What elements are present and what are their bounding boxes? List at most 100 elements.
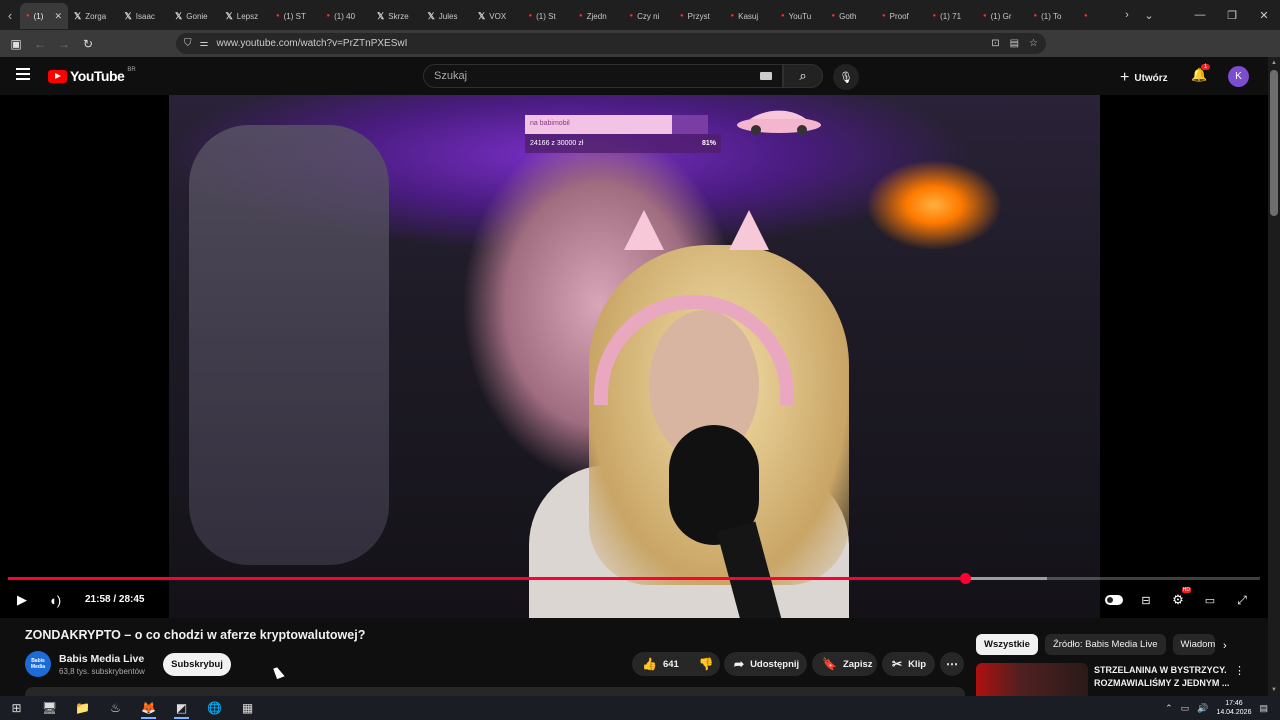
recommended-video-title[interactable]: STRZELANINA W BYSTRZYCY. ROZMAWIALIŚMY Z… [1094, 664, 1234, 690]
bookmark-star-icon[interactable]: ☆ [1029, 38, 1038, 49]
browser-tab[interactable]: ● (1) Gr [977, 3, 1028, 29]
roblox-icon[interactable]: ◩ [165, 696, 198, 720]
page-scrollbar[interactable]: ▲ ▼ [1268, 57, 1280, 696]
scrollbar-thumb[interactable] [1270, 70, 1278, 216]
back-icon[interactable]: ← [28, 30, 52, 57]
progress-scrubber[interactable] [959, 573, 971, 584]
tab-scroll-left-icon[interactable]: ‹ [0, 0, 20, 30]
voice-search-button[interactable]: 🎙 [833, 64, 859, 90]
calculator-icon[interactable]: ▦ [231, 696, 264, 720]
recommended-video-thumbnail[interactable] [976, 663, 1088, 696]
browser-tab[interactable]: ● (1) To [1028, 3, 1079, 29]
minimize-icon[interactable]: — [1184, 0, 1216, 30]
file-explorer-icon[interactable]: 📁 [66, 696, 99, 720]
save-button[interactable]: 🔖 Zapisz [812, 652, 877, 676]
account-avatar[interactable]: K [1228, 66, 1249, 87]
mouse-cursor-icon [273, 665, 285, 680]
screenshot-icon[interactable]: ⊡ [991, 38, 999, 49]
reload-icon[interactable]: ↻ [76, 30, 100, 57]
progress-bar[interactable] [8, 573, 1260, 584]
chip-news[interactable]: Wiadomości [1172, 634, 1215, 655]
share-button[interactable]: ➦ Udostępnij [724, 652, 807, 676]
workspaces-icon[interactable]: ▣ [4, 30, 28, 57]
speaker-icon[interactable]: 🔊 [1197, 703, 1208, 714]
hamburger-menu-icon[interactable] [16, 68, 30, 82]
tab-scroll-right-icon[interactable]: › [1116, 0, 1138, 30]
description-box[interactable] [25, 687, 965, 696]
url-bar[interactable]: ⛉ ⚌ www.youtube.com/watch?v=PrZTnPXESwI … [176, 33, 1046, 54]
channel-name[interactable]: Babis Media Live [59, 653, 144, 665]
thumbs-down-icon[interactable]: 👎 [699, 657, 714, 671]
steam-icon[interactable]: ♨ [99, 696, 132, 720]
browser-tab[interactable]: ● Kasuj [725, 3, 776, 29]
browser-tab[interactable]: ● (1) St [523, 3, 574, 29]
tab-list-dropdown-icon[interactable]: ⌄ [1138, 0, 1160, 30]
thumbs-up-icon[interactable]: 👍 [642, 657, 657, 671]
scroll-down-icon[interactable]: ▼ [1271, 687, 1277, 693]
browser-tab[interactable]: ● (1) 71 [927, 3, 978, 29]
tune-icon[interactable]: ⚌ [200, 38, 209, 49]
channel-avatar[interactable]: Babis Media [25, 651, 51, 677]
fullscreen-icon[interactable]: ⤢ [1233, 590, 1251, 610]
autoplay-toggle[interactable] [1104, 590, 1124, 610]
taskbar-app-globe-icon[interactable]: 🌐 [198, 696, 231, 720]
forward-icon[interactable]: → [52, 30, 76, 57]
browser-tab[interactable]: 𝕏 Gonie [169, 3, 220, 29]
browser-tab[interactable]: ● Proof [876, 3, 927, 29]
browser-tab[interactable]: ● Przyst [674, 3, 725, 29]
chip-source[interactable]: Źródło: Babis Media Live [1044, 634, 1166, 655]
browser-tab[interactable]: ● Zjedn [573, 3, 624, 29]
search-input[interactable]: Szukaj [423, 64, 783, 88]
network-icon[interactable]: ▭ [1181, 703, 1190, 714]
youtube-favicon-icon: ● [730, 13, 735, 19]
video-player[interactable]: na babimobil 24166 z 30000 zł 81% ▶ ◖) 2… [0, 95, 1268, 618]
firefox-icon[interactable]: 🦊 [132, 696, 165, 720]
subscribe-button[interactable]: Subskrybuj [163, 653, 231, 676]
browser-tab[interactable]: ● (1) ST [270, 3, 321, 29]
browser-tab[interactable]: 𝕏 Jules [422, 3, 473, 29]
chip-all[interactable]: Wszystkie [976, 634, 1038, 655]
search-button[interactable]: ⌕ [783, 64, 823, 88]
browser-tab[interactable]: 𝕏 Lepsz [220, 3, 271, 29]
keyboard-icon[interactable] [760, 72, 772, 80]
settings-gear-icon[interactable]: ⚙ HD [1169, 587, 1191, 610]
browser-tab[interactable]: 𝕏 Zorga [68, 3, 119, 29]
browser-tab[interactable]: ● Czy ni [624, 3, 675, 29]
reader-view-icon[interactable]: ▤ [1010, 38, 1019, 49]
chevron-right-icon[interactable]: › [1223, 640, 1227, 652]
taskbar-app-monitor-icon[interactable]: 🖥 [33, 696, 66, 720]
browser-tab[interactable]: ● YouTu [775, 3, 826, 29]
like-count[interactable]: 641 [663, 659, 679, 670]
scroll-up-icon[interactable]: ▲ [1271, 60, 1277, 66]
start-windows-icon[interactable]: ⊞ [0, 696, 33, 720]
play-icon[interactable]: ▶ [14, 590, 30, 610]
close-window-icon[interactable]: ✕ [1248, 0, 1280, 30]
action-center-icon[interactable]: ▤ [1259, 703, 1268, 714]
subtitles-icon[interactable]: ⊟ [1137, 590, 1155, 610]
volume-icon[interactable]: ◖) [46, 590, 64, 610]
youtube-play-logo-icon [48, 69, 67, 83]
youtube-favicon-icon: ● [326, 13, 331, 19]
browser-tab[interactable]: 𝕏 VOX [472, 3, 523, 29]
create-button[interactable]: + Utwórz [1120, 69, 1168, 87]
browser-tab[interactable]: ● Goth [826, 3, 877, 29]
recommendation-chips: Wszystkie Źródło: Babis Media Live Wiado… [976, 634, 1215, 655]
hd-badge: HD [1181, 587, 1191, 593]
browser-tab[interactable]: 𝕏 Skrze [371, 3, 422, 29]
browser-tab[interactable]: ● (1) ✕ [20, 3, 68, 29]
notifications-button[interactable]: 🔔 1 [1191, 64, 1211, 83]
youtube-logo[interactable]: YouTube BR [48, 67, 136, 84]
browser-tab[interactable]: ● (1) 40 [321, 3, 372, 29]
miniplayer-icon[interactable]: ▭ [1201, 590, 1219, 610]
browser-tab[interactable]: 𝕏 Isaac [119, 3, 170, 29]
x-favicon-icon: 𝕏 [377, 10, 385, 21]
recommended-more-icon[interactable]: ⋮ [1234, 664, 1245, 677]
more-actions-button[interactable]: ⋯ [940, 652, 964, 676]
tray-chevron-icon[interactable]: ⌃ [1165, 703, 1173, 714]
tab-close-icon[interactable]: ✕ [54, 11, 62, 22]
taskbar-clock[interactable]: 17:46 14.04.2026 [1216, 699, 1251, 717]
video-title: ZONDAKRYPTO – o co chodzi w aferze krypt… [25, 628, 366, 642]
clip-button[interactable]: ✂ Klip [882, 652, 935, 676]
restore-icon[interactable]: ❐ [1216, 0, 1248, 30]
site-info-icon[interactable]: ⛉ [184, 38, 192, 49]
